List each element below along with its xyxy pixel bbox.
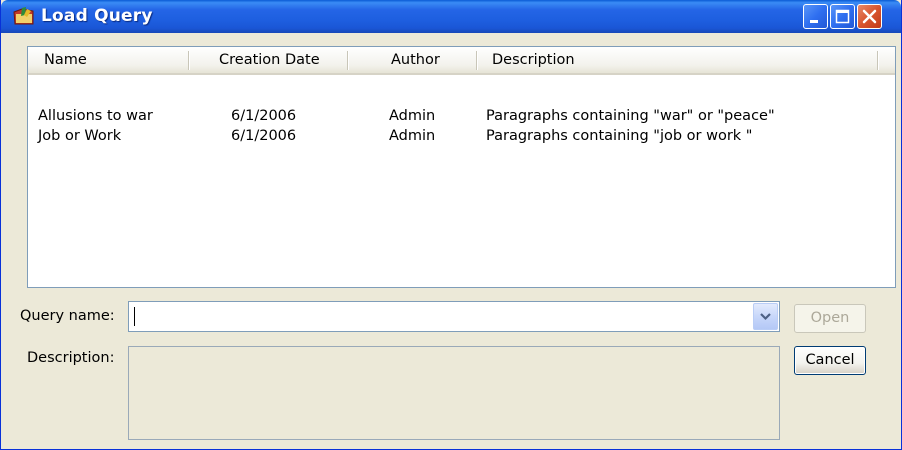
description-label: Description: [27, 350, 115, 366]
load-query-dialog: Load Query Name Creation Date Author Des… [0, 0, 902, 450]
cell-name: Allusions to war [38, 108, 153, 124]
cell-date: 6/1/2006 [231, 128, 297, 144]
maximize-icon [835, 9, 850, 24]
list-header: Name Creation Date Author Description [28, 47, 895, 75]
query-list[interactable]: Name Creation Date Author Description [27, 46, 896, 288]
cell-description: Paragraphs containing "job or work " [486, 128, 753, 144]
close-icon [862, 9, 877, 24]
column-divider[interactable] [476, 51, 478, 70]
cell-author: Admin [389, 128, 436, 144]
cell-date: 6/1/2006 [231, 108, 297, 124]
column-header-author[interactable]: Author [391, 47, 440, 73]
dropdown-button[interactable] [753, 303, 778, 330]
cell-description: Paragraphs containing "war" or "peace" [486, 108, 775, 124]
minimize-icon [810, 20, 818, 23]
column-divider[interactable] [347, 51, 349, 70]
query-folder-icon [13, 6, 35, 26]
cancel-button[interactable]: Cancel [794, 346, 866, 375]
column-header-creation-date[interactable]: Creation Date [219, 47, 320, 73]
column-header-description[interactable]: Description [492, 47, 575, 73]
window-title: Load Query [41, 6, 153, 26]
title-bar[interactable]: Load Query [1, 0, 901, 33]
chevron-down-icon [760, 313, 771, 321]
table-row[interactable]: Allusions to war 6/1/2006 Admin Paragrap… [28, 107, 895, 127]
cell-name: Job or Work [38, 128, 122, 144]
open-button[interactable]: Open [794, 304, 866, 333]
column-divider[interactable] [188, 51, 190, 70]
text-caret [134, 307, 135, 326]
description-field [128, 346, 780, 440]
close-button[interactable] [857, 4, 882, 29]
query-name-label: Query name: [20, 308, 115, 324]
minimize-button[interactable] [803, 4, 828, 29]
column-header-name[interactable]: Name [44, 47, 87, 73]
cell-author: Admin [389, 108, 436, 124]
table-row[interactable]: Job or Work 6/1/2006 Admin Paragraphs co… [28, 127, 895, 147]
query-name-combobox[interactable] [128, 301, 780, 332]
column-divider[interactable] [877, 51, 879, 70]
maximize-button[interactable] [830, 4, 855, 29]
